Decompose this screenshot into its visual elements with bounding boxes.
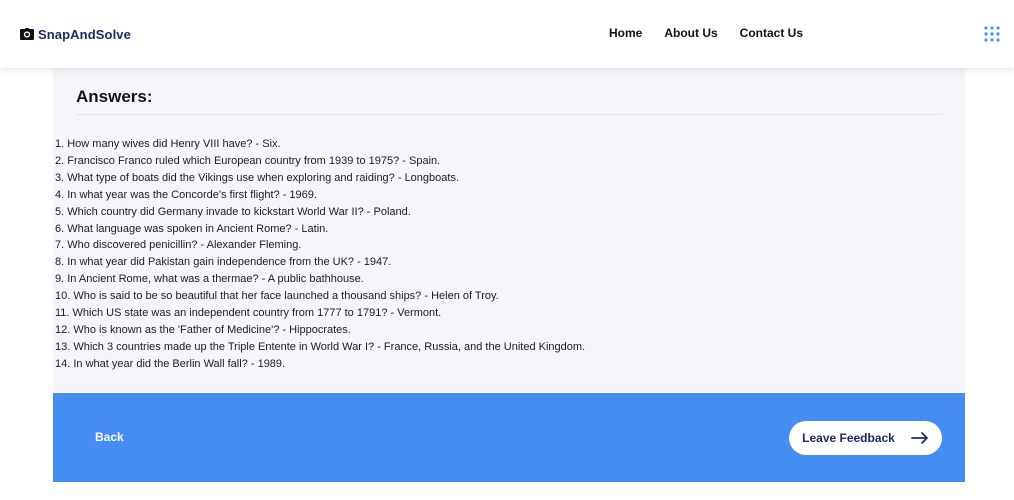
answer-item: 14. In what year did the Berlin Wall fal… xyxy=(55,357,286,370)
top-header: SnapAndSolve Home About Us Contact Us xyxy=(0,0,1014,68)
arrow-right-icon xyxy=(910,432,928,444)
nav-about-us[interactable]: About Us xyxy=(664,25,717,41)
footer-bar: Back Leave Feedback xyxy=(53,393,965,482)
answer-item: 13. Which 3 countries made up the Triple… xyxy=(55,340,586,353)
brand-logo[interactable]: SnapAndSolve xyxy=(20,24,131,44)
answers-title: Answers: xyxy=(76,87,153,106)
leave-feedback-button[interactable]: Leave Feedback xyxy=(789,421,942,455)
nav-contact-us[interactable]: Contact Us xyxy=(740,25,803,41)
answer-item: 12. Who is known as the 'Father of Medic… xyxy=(55,323,351,336)
answer-item: 8. In what year did Pakistan gain indepe… xyxy=(55,256,392,269)
nav-home[interactable]: Home xyxy=(609,25,642,41)
title-divider xyxy=(76,114,942,115)
answer-item: 7. Who discovered penicillin? - Alexande… xyxy=(55,239,302,252)
answer-item: 3. What type of boats did the Vikings us… xyxy=(55,171,460,184)
answer-item: 6. What language was spoken in Ancient R… xyxy=(55,222,329,235)
main-nav: Home About Us Contact Us xyxy=(609,25,803,41)
grid-menu-icon[interactable] xyxy=(984,26,1000,42)
answers-list: 1. How many wives did Henry VIII have? -… xyxy=(55,136,585,373)
brand-name: SnapAndSolve xyxy=(38,26,131,42)
answer-item: 2. Francisco Franco ruled which European… xyxy=(55,154,441,167)
answer-item: 5. Which country did Germany invade to k… xyxy=(55,205,411,218)
leave-feedback-label: Leave Feedback xyxy=(802,431,895,445)
answer-item: 1. How many wives did Henry VIII have? -… xyxy=(55,138,281,150)
back-button[interactable]: Back xyxy=(95,430,124,444)
answers-panel: Answers: 1. How many wives did Henry VII… xyxy=(53,68,965,392)
answer-item: 9. In Ancient Rome, what was a thermae? … xyxy=(55,273,364,286)
answer-item: 4. In what year was the Concorde's first… xyxy=(55,188,317,201)
answer-item: 11. Which US state was an independent co… xyxy=(55,307,442,320)
answer-item: 10. Who is said to be so beautiful that … xyxy=(55,290,499,303)
camera-icon xyxy=(20,28,34,40)
